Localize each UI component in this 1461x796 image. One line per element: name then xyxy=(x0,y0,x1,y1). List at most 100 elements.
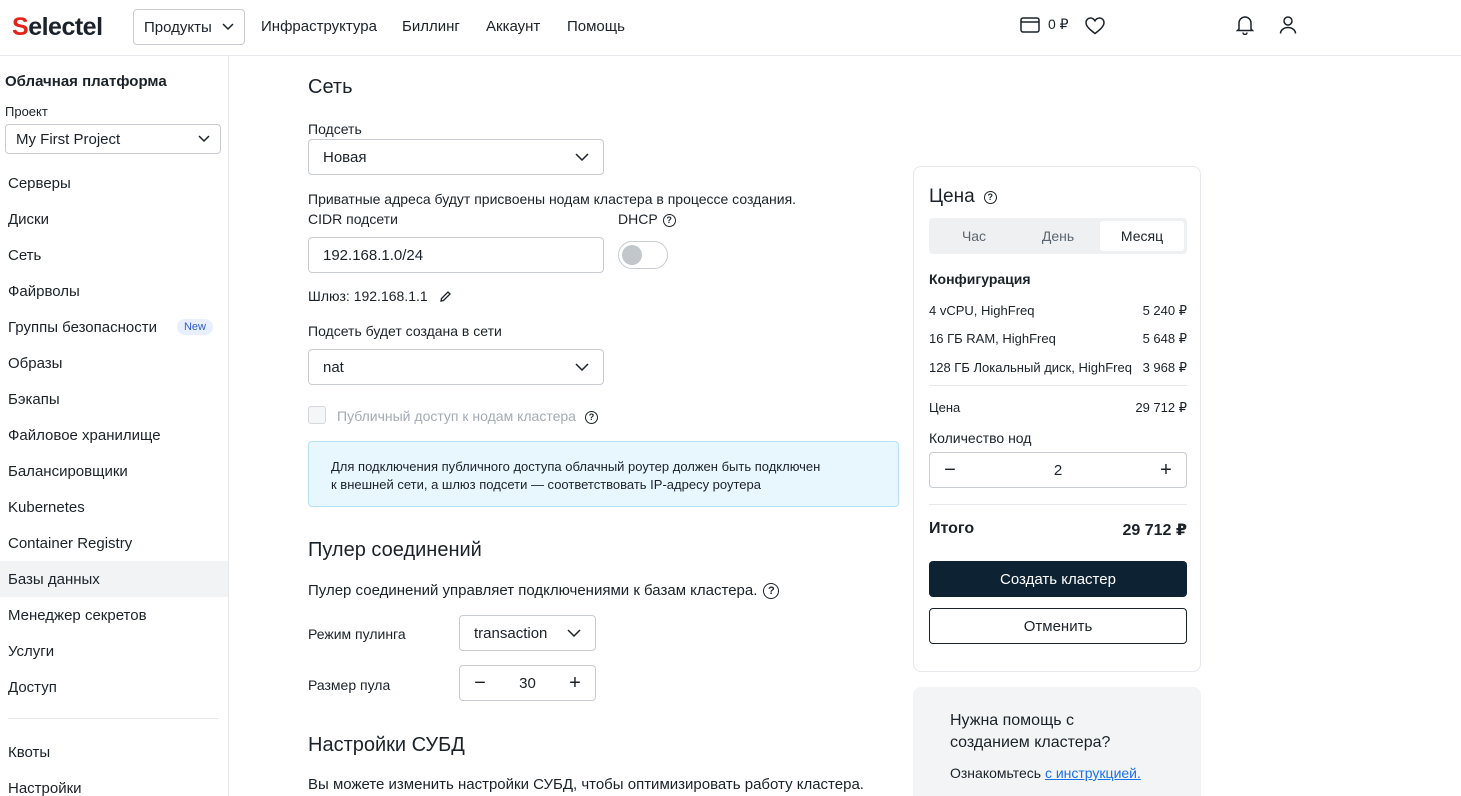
project-select[interactable]: My First Project xyxy=(5,124,221,154)
config-row: 4 vCPU, HighFreq 5 240 ₽ xyxy=(929,303,1187,318)
dbms-description: Вы можете изменить настройки СУБД, чтобы… xyxy=(308,776,864,793)
sidebar-item-container-registry[interactable]: Container Registry xyxy=(0,525,228,561)
project-label: Проект xyxy=(5,104,48,119)
sidebar-item-access[interactable]: Доступ xyxy=(0,669,228,705)
config-row: 128 ГБ Локальный диск, HighFreq 3 968 ₽ xyxy=(929,360,1187,375)
pooling-mode-value: transaction xyxy=(474,624,548,642)
instructions-link[interactable]: с инструкцией. xyxy=(1045,765,1141,781)
sidebar-item-network[interactable]: Сеть xyxy=(0,237,228,273)
divider xyxy=(929,385,1187,386)
chevron-down-icon xyxy=(575,363,589,371)
public-access-info: Для подключения публичного доступа облач… xyxy=(308,441,899,507)
sidebar: Облачная платформа Проект My First Proje… xyxy=(0,56,229,796)
sidebar-item-quotas[interactable]: Квоты xyxy=(0,734,228,770)
total-row: Итого 29 712 ₽ xyxy=(929,520,1187,539)
pool-size-value: 30 xyxy=(519,674,536,692)
new-badge: New xyxy=(176,319,213,335)
nodes-stepper[interactable]: − 2 + xyxy=(929,452,1187,488)
nodes-label: Количество нод xyxy=(929,430,1032,446)
help-icon[interactable]: ? xyxy=(983,190,997,204)
sidebar-item-label: Группы безопасности xyxy=(8,318,157,336)
balance[interactable]: 0 ₽ xyxy=(1020,16,1069,33)
cidr-label: CIDR подсети xyxy=(308,211,398,227)
chevron-down-icon xyxy=(222,23,234,31)
pool-size-label: Размер пула xyxy=(308,677,391,693)
sidebar-item-kubernetes[interactable]: Kubernetes xyxy=(0,489,228,525)
network-section-title: Сеть xyxy=(308,76,353,98)
nav-infrastructure[interactable]: Инфраструктура xyxy=(261,18,377,35)
nodes-value: 2 xyxy=(1053,461,1063,479)
notifications-button[interactable] xyxy=(1236,15,1254,35)
favorites-button[interactable] xyxy=(1085,17,1105,35)
chevron-down-icon xyxy=(567,629,581,637)
products-dropdown[interactable]: Продукты xyxy=(133,9,245,45)
nav-account[interactable]: Аккаунт xyxy=(486,18,540,35)
sidebar-item-secrets-manager[interactable]: Менеджер секретов xyxy=(0,597,228,633)
dhcp-toggle[interactable] xyxy=(618,241,668,269)
chevron-down-icon xyxy=(575,153,589,161)
subnet-label: Подсеть xyxy=(308,121,362,137)
sidebar-title: Облачная платформа xyxy=(5,73,167,90)
sidebar-item-disks[interactable]: Диски xyxy=(0,201,228,237)
sidebar-item-servers[interactable]: Серверы xyxy=(0,165,228,201)
wallet-icon xyxy=(1020,16,1040,33)
pooling-mode-select[interactable]: transaction xyxy=(459,615,596,651)
sidebar-item-settings[interactable]: Настройки xyxy=(0,770,228,796)
period-month[interactable]: Месяц xyxy=(1100,221,1184,251)
create-cluster-button[interactable]: Создать кластер xyxy=(929,561,1187,597)
balance-value: 0 ₽ xyxy=(1048,16,1069,32)
gateway-row: Шлюз: 192.168.1.1 xyxy=(308,288,452,304)
minus-icon[interactable]: − xyxy=(472,672,488,695)
info-line-2: к внешней сети, а шлюз подсети — соответ… xyxy=(331,477,761,492)
toggle-knob xyxy=(622,245,642,265)
nav-billing[interactable]: Биллинг xyxy=(402,18,460,35)
user-icon xyxy=(1279,16,1297,34)
network-label: Подсеть будет создана в сети xyxy=(308,323,502,339)
plus-icon[interactable]: + xyxy=(1158,459,1174,482)
sidebar-item-file-storage[interactable]: Файловое хранилище xyxy=(0,417,228,453)
pooler-section-title: Пулер соединений xyxy=(308,539,482,561)
pooling-mode-label: Режим пулинга xyxy=(308,626,406,642)
public-access-label: Публичный доступ к нодам кластера? xyxy=(337,408,598,424)
sidebar-item-security-groups[interactable]: Группы безопасности New xyxy=(0,309,228,345)
sidebar-item-databases[interactable]: Базы данных xyxy=(0,561,228,597)
period-day[interactable]: День xyxy=(1016,221,1100,251)
subnet-select[interactable]: Новая xyxy=(308,139,604,175)
pool-size-stepper[interactable]: − 30 + xyxy=(459,665,596,701)
heart-icon xyxy=(1085,17,1105,35)
top-bar: Selectel Продукты Инфраструктура Биллинг… xyxy=(0,0,1461,56)
plus-icon[interactable]: + xyxy=(567,672,583,695)
price-row: Цена 29 712 ₽ xyxy=(929,400,1187,415)
help-icon[interactable]: ? xyxy=(662,213,676,227)
cidr-input[interactable]: 192.168.1.0/24 xyxy=(308,237,604,273)
bell-icon xyxy=(1236,16,1254,35)
gateway-label: Шлюз: 192.168.1.1 xyxy=(308,288,428,304)
sidebar-item-balancers[interactable]: Балансировщики xyxy=(0,453,228,489)
products-label: Продукты xyxy=(144,18,212,36)
sidebar-item-images[interactable]: Образы xyxy=(0,345,228,381)
help-icon[interactable]: ? xyxy=(584,410,598,424)
dhcp-label: DHCP? xyxy=(618,211,676,227)
sidebar-item-firewalls[interactable]: Файрволы xyxy=(0,273,228,309)
private-address-note: Приватные адреса будут присвоены нодам к… xyxy=(308,191,797,207)
help-text: Ознакомьтесь с инструкцией. xyxy=(950,765,1141,781)
help-card: Нужна помощь с созданием кластера? Ознак… xyxy=(913,687,1201,796)
subnet-value: Новая xyxy=(323,148,367,166)
period-hour[interactable]: Час xyxy=(932,221,1016,251)
public-access-checkbox[interactable] xyxy=(308,406,326,424)
profile-button[interactable] xyxy=(1279,16,1297,34)
network-value: nat xyxy=(323,358,344,376)
config-title: Конфигурация xyxy=(929,271,1031,287)
divider xyxy=(929,504,1187,505)
sidebar-item-services[interactable]: Услуги xyxy=(0,633,228,669)
help-icon[interactable]: ? xyxy=(763,583,780,600)
cancel-button[interactable]: Отменить xyxy=(929,608,1187,644)
minus-icon[interactable]: − xyxy=(942,459,958,482)
pencil-icon[interactable] xyxy=(439,290,452,303)
network-select[interactable]: nat xyxy=(308,349,604,385)
period-switch: Час День Месяц xyxy=(929,218,1187,254)
selectel-logo[interactable]: Selectel xyxy=(12,13,103,42)
sidebar-item-backups[interactable]: Бэкапы xyxy=(0,381,228,417)
nav-help[interactable]: Помощь xyxy=(567,18,625,35)
sidebar-divider xyxy=(8,718,218,719)
